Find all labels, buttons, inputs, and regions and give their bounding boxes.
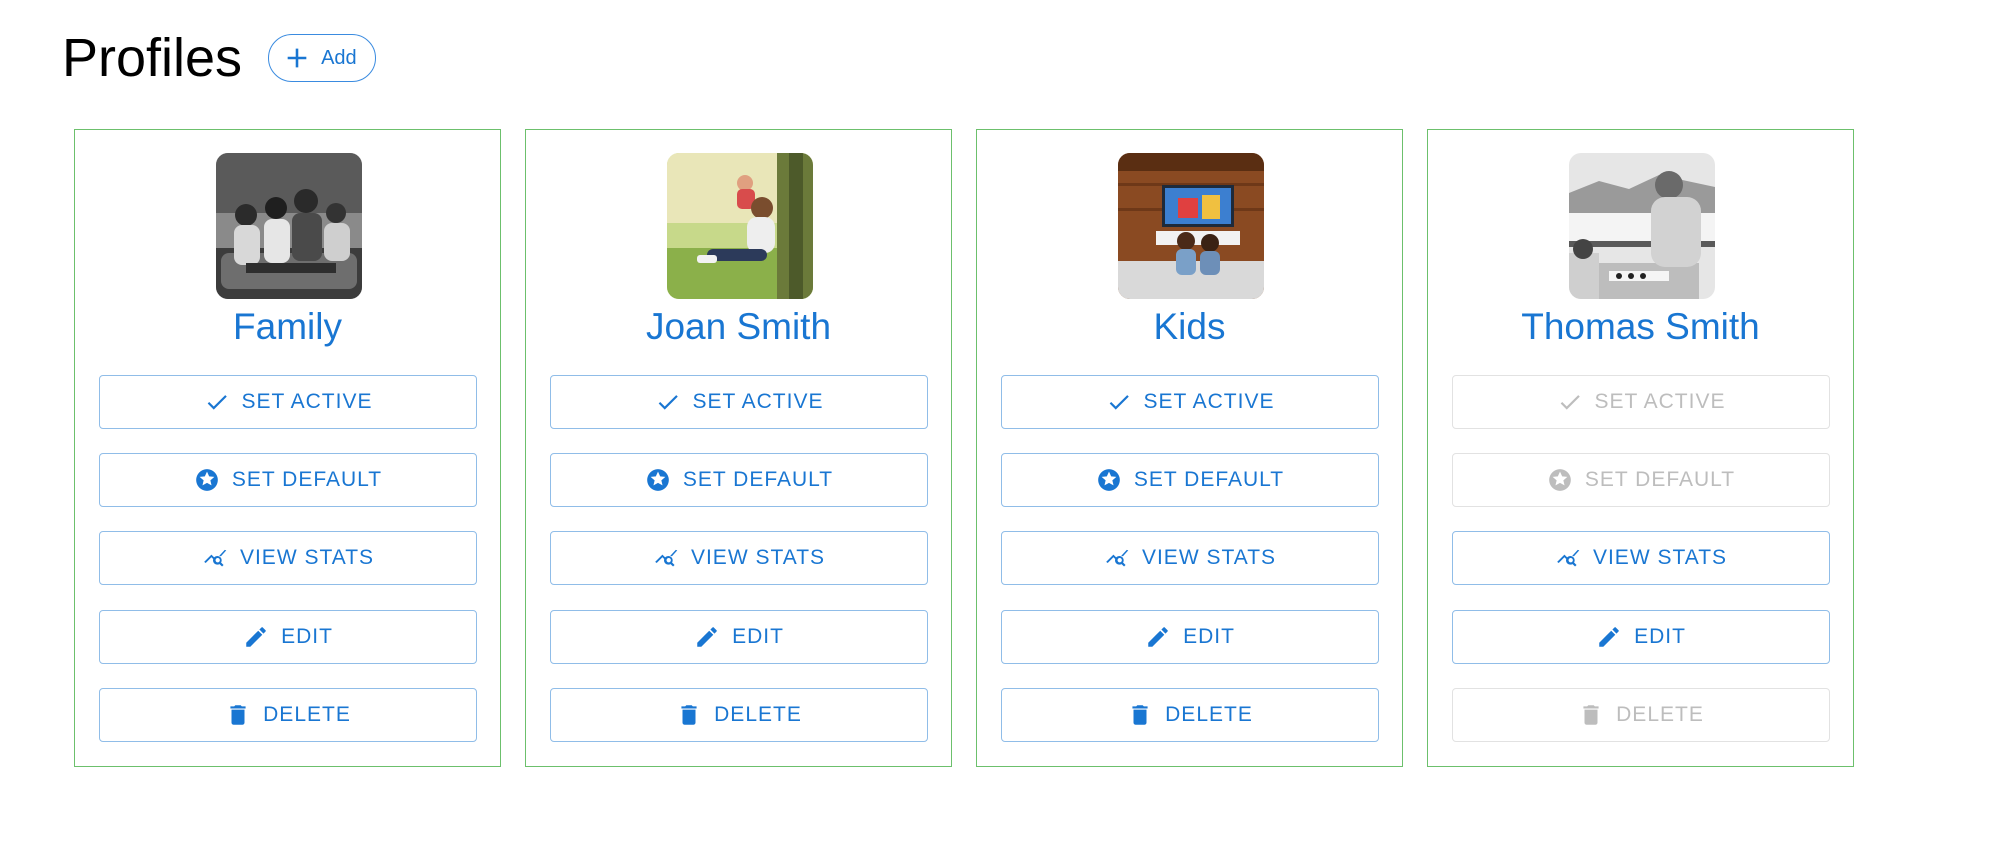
query-stats-icon xyxy=(655,549,678,567)
button-label: EDIT xyxy=(281,625,333,648)
page-title: Profiles xyxy=(62,28,243,88)
view-stats-button[interactable]: VIEW STATS xyxy=(99,531,477,585)
delete-button[interactable]: DELETE xyxy=(1001,688,1379,742)
trash-icon xyxy=(1132,705,1148,725)
trash-icon xyxy=(230,705,246,725)
set-active-button[interactable]: SET ACTIVE xyxy=(1001,375,1379,429)
profile-name: Kids xyxy=(1153,306,1226,347)
query-stats-icon xyxy=(1106,549,1129,567)
star-circle-icon xyxy=(1549,469,1571,491)
joan-smith-photo xyxy=(667,153,813,299)
button-label: DELETE xyxy=(714,703,802,726)
profile-avatar xyxy=(216,153,362,299)
pencil-icon xyxy=(697,627,717,647)
set-default-button[interactable]: SET DEFAULT xyxy=(1001,453,1379,507)
delete-button[interactable]: DELETE xyxy=(99,688,477,742)
trash-icon xyxy=(1583,705,1599,725)
add-label: Add xyxy=(321,46,357,69)
check-icon xyxy=(207,395,227,410)
view-stats-button[interactable]: VIEW STATS xyxy=(1452,531,1830,585)
set-active-button[interactable]: SET ACTIVE xyxy=(550,375,928,429)
pencil-icon xyxy=(1148,627,1168,647)
edit-button[interactable]: EDIT xyxy=(1001,610,1379,664)
button-label: DELETE xyxy=(1616,703,1704,726)
button-label: SET ACTIVE xyxy=(241,390,373,413)
profile-avatar xyxy=(667,153,813,299)
pencil-icon xyxy=(1599,627,1619,647)
family-photo xyxy=(216,153,362,299)
profile-avatar xyxy=(1118,153,1264,299)
button-label: SET ACTIVE xyxy=(1594,390,1726,413)
query-stats-icon xyxy=(204,549,227,567)
delete-button: DELETE xyxy=(1452,688,1830,742)
star-circle-icon xyxy=(1098,469,1120,491)
profile-name: Joan Smith xyxy=(645,306,832,347)
pencil-icon xyxy=(246,627,266,647)
delete-button[interactable]: DELETE xyxy=(550,688,928,742)
button-label: VIEW STATS xyxy=(239,546,375,569)
button-label: VIEW STATS xyxy=(1141,546,1277,569)
button-label: DELETE xyxy=(263,703,351,726)
button-label: SET DEFAULT xyxy=(682,468,834,491)
button-label: SET DEFAULT xyxy=(231,468,383,491)
kids-photo xyxy=(1118,153,1264,299)
profile-card: Kids SET ACTIVE SET DEFAULT VIEW STATS E… xyxy=(976,129,1403,767)
profile-avatar xyxy=(1569,153,1715,299)
button-label: SET ACTIVE xyxy=(692,390,824,413)
page-header: Profiles Add xyxy=(62,28,376,88)
check-icon xyxy=(1109,395,1129,410)
button-label: EDIT xyxy=(1634,625,1686,648)
set-default-button: SET DEFAULT xyxy=(1452,453,1830,507)
set-default-button[interactable]: SET DEFAULT xyxy=(550,453,928,507)
profile-name: Thomas Smith xyxy=(1521,306,1760,347)
query-stats-icon xyxy=(1557,549,1580,567)
check-icon xyxy=(1560,395,1580,410)
add-profile-button[interactable]: Add xyxy=(268,34,376,82)
button-label: EDIT xyxy=(1183,625,1235,648)
set-default-button[interactable]: SET DEFAULT xyxy=(99,453,477,507)
profile-cards: Family SET ACTIVE SET DEFAULT VIEW STATS… xyxy=(74,129,1854,767)
star-circle-icon xyxy=(196,469,218,491)
button-label: SET DEFAULT xyxy=(1133,468,1285,491)
edit-button[interactable]: EDIT xyxy=(99,610,477,664)
plus-icon xyxy=(287,48,307,68)
check-icon xyxy=(658,395,678,410)
profile-card: Joan Smith SET ACTIVE SET DEFAULT VIEW S… xyxy=(525,129,952,767)
star-circle-icon xyxy=(647,469,669,491)
edit-button[interactable]: EDIT xyxy=(550,610,928,664)
view-stats-button[interactable]: VIEW STATS xyxy=(550,531,928,585)
button-label: VIEW STATS xyxy=(1592,546,1728,569)
button-label: SET DEFAULT xyxy=(1584,468,1736,491)
button-label: SET ACTIVE xyxy=(1143,390,1275,413)
button-label: VIEW STATS xyxy=(690,546,826,569)
trash-icon xyxy=(681,705,697,725)
button-label: EDIT xyxy=(732,625,784,648)
profile-card: Family SET ACTIVE SET DEFAULT VIEW STATS… xyxy=(74,129,501,767)
button-label: DELETE xyxy=(1165,703,1253,726)
view-stats-button[interactable]: VIEW STATS xyxy=(1001,531,1379,585)
thomas-smith-photo xyxy=(1569,153,1715,299)
set-active-button[interactable]: SET ACTIVE xyxy=(99,375,477,429)
edit-button[interactable]: EDIT xyxy=(1452,610,1830,664)
profile-name: Family xyxy=(233,306,342,347)
set-active-button: SET ACTIVE xyxy=(1452,375,1830,429)
profile-card: Thomas Smith SET ACTIVE SET DEFAULT VIEW… xyxy=(1427,129,1854,767)
